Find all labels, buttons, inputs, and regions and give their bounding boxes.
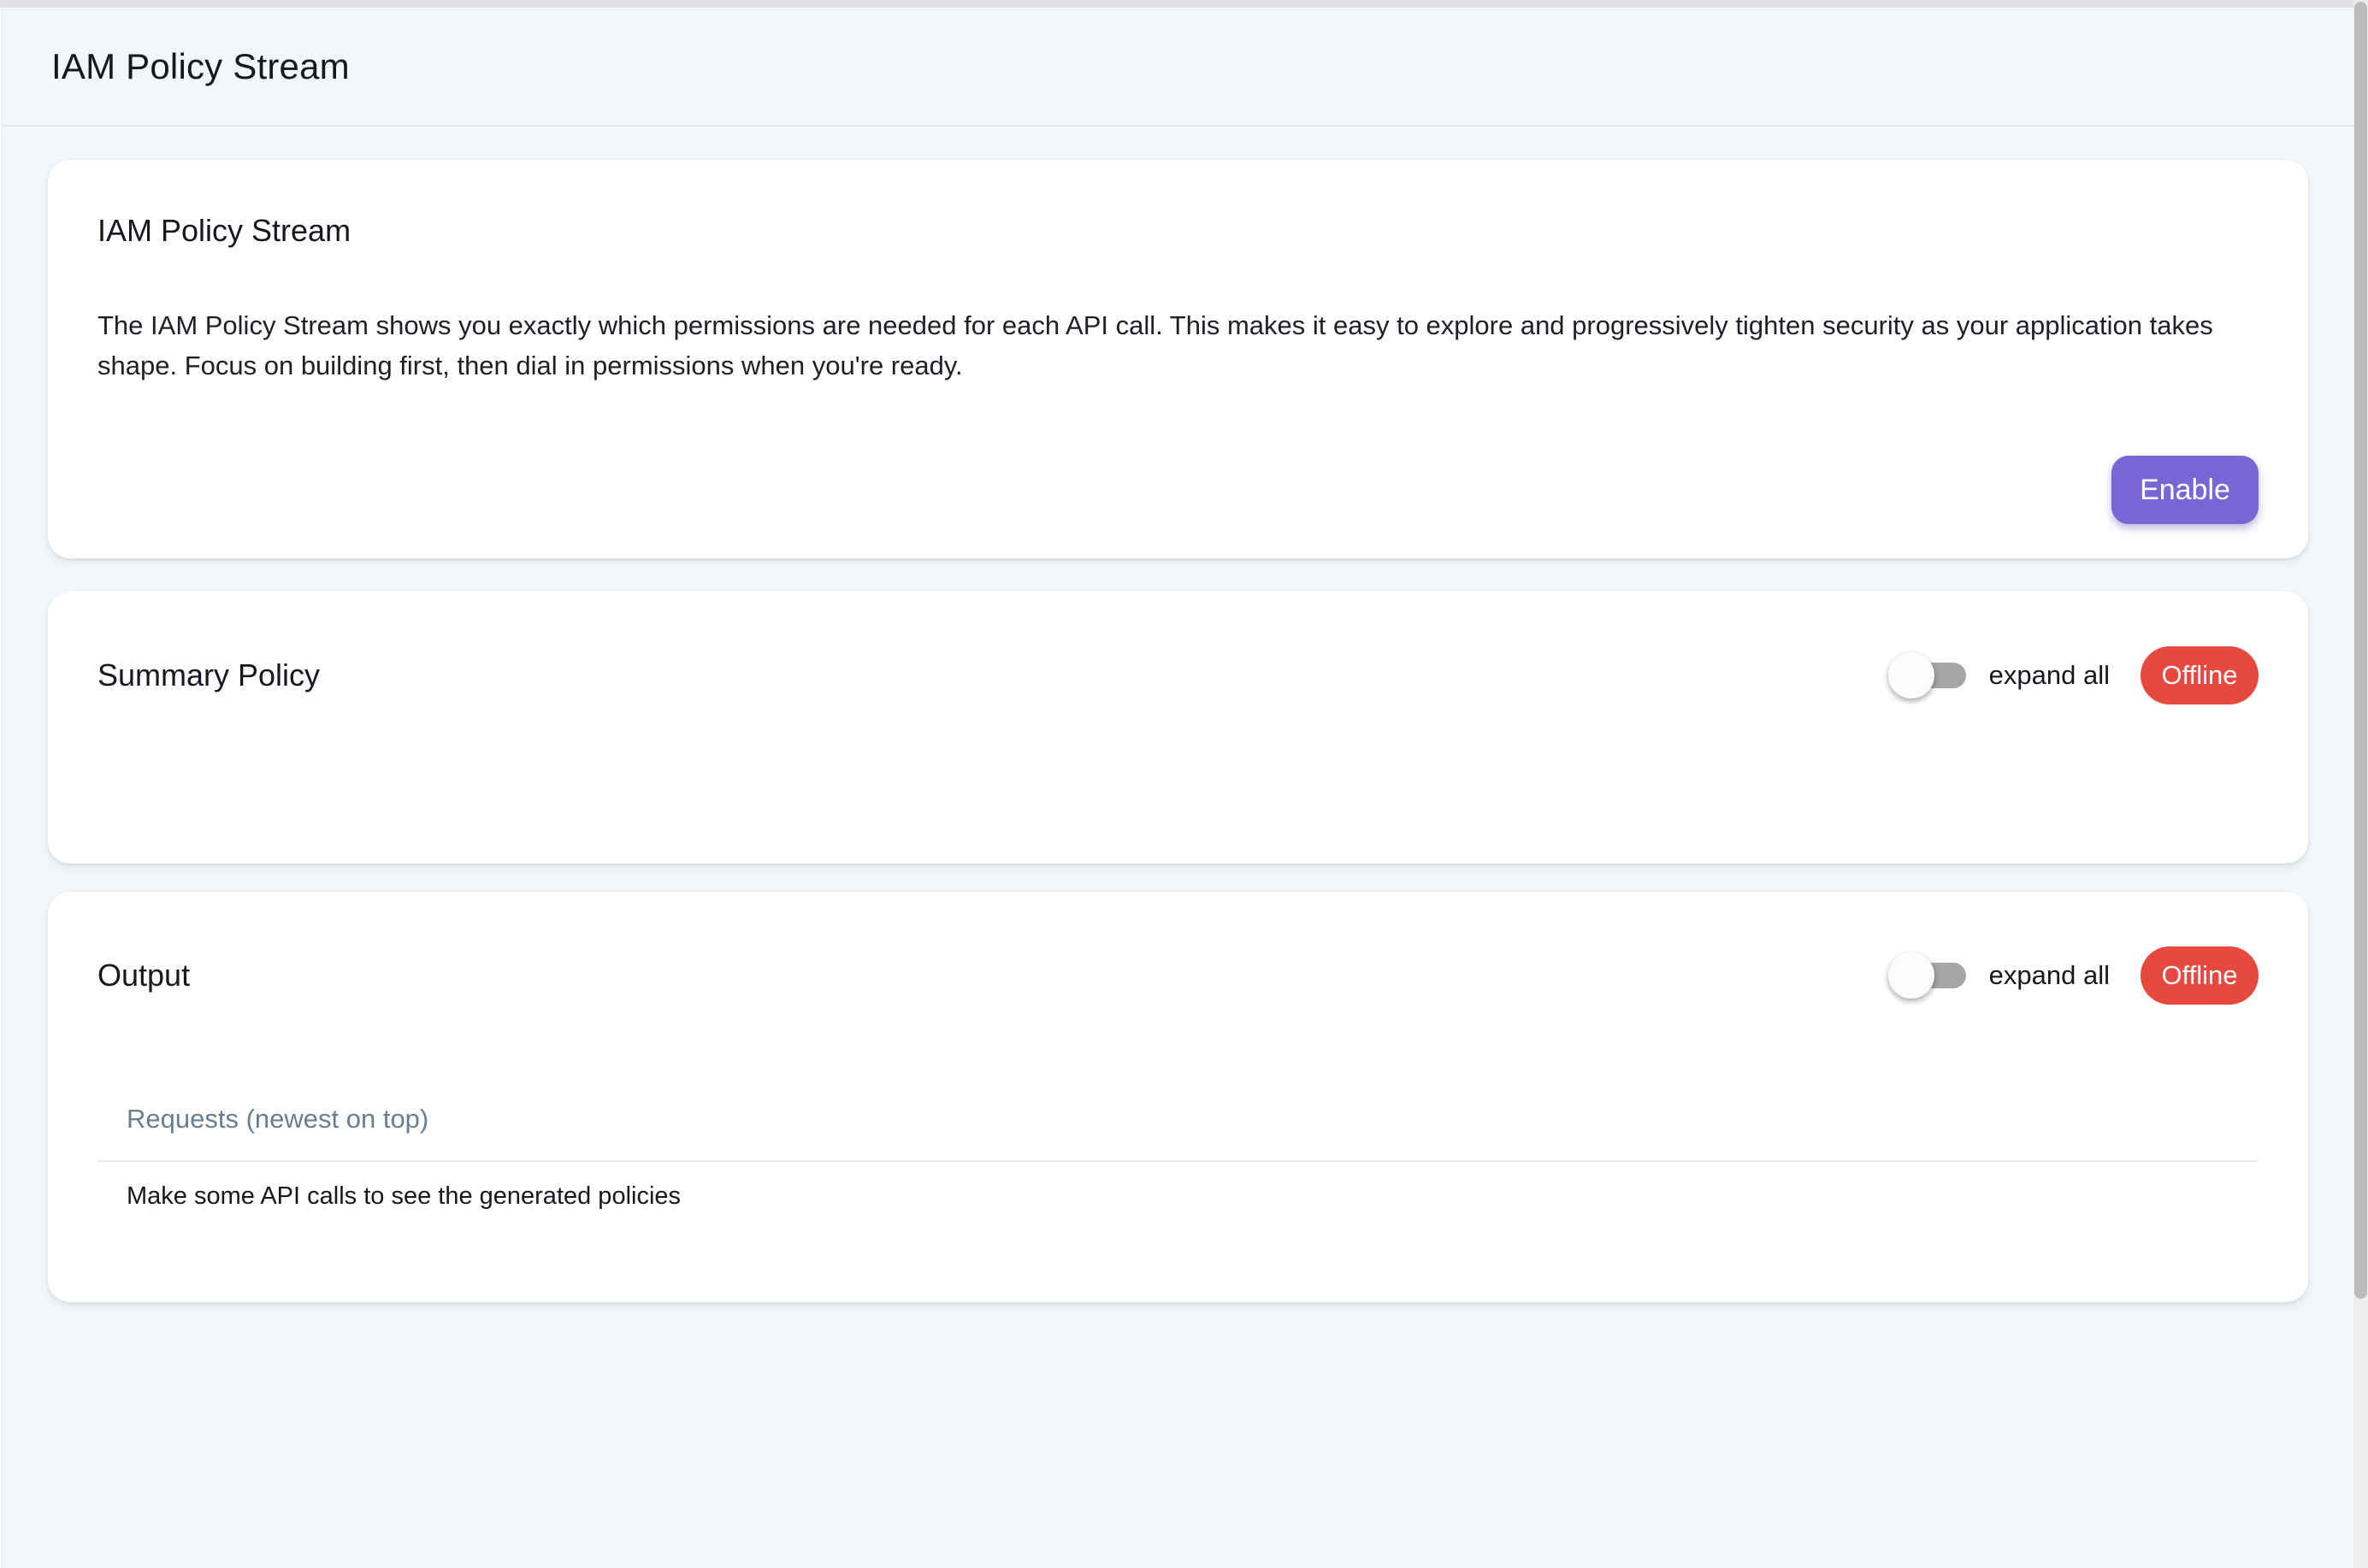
- intro-card: IAM Policy Stream The IAM Policy Stream …: [48, 160, 2308, 558]
- requests-section-title: Requests (newest on top): [97, 1075, 2259, 1135]
- intro-card-actions: Enable: [97, 456, 2259, 524]
- output-status-badge-offline: Offline: [2141, 946, 2259, 1005]
- window-top-strip: [0, 0, 2353, 8]
- app-header: IAM Policy Stream: [0, 8, 2353, 127]
- expand-all-label[interactable]: expand all: [1989, 960, 2110, 991]
- summary-policy-card: Summary Policy expand all Offline: [48, 592, 2308, 864]
- window-left-edge: [0, 8, 3, 1568]
- expand-all-label[interactable]: expand all: [1989, 660, 2110, 691]
- app-root: IAM Policy Stream IAM Policy Stream The …: [0, 8, 2353, 1568]
- scrollbar[interactable]: [2353, 0, 2368, 1568]
- summary-status-badge-offline: Offline: [2141, 646, 2259, 704]
- output-header: Output expand all Offline: [97, 941, 2259, 1010]
- intro-card-description: The IAM Policy Stream shows you exactly …: [97, 305, 2259, 386]
- requests-section: Requests (newest on top) Make some API c…: [97, 1075, 2259, 1211]
- summary-policy-controls: expand all Offline: [1893, 646, 2259, 704]
- summary-policy-heading: Summary Policy: [97, 657, 320, 693]
- scrollbar-thumb[interactable]: [2354, 2, 2367, 1299]
- toggle-knob: [1888, 952, 1934, 999]
- output-card: Output expand all Offline Requests (newe…: [48, 892, 2308, 1302]
- output-expand-toggle[interactable]: [1893, 963, 1966, 988]
- enable-button[interactable]: Enable: [2111, 456, 2259, 524]
- summary-policy-header: Summary Policy expand all Offline: [97, 641, 2259, 710]
- requests-empty-message: Make some API calls to see the generated…: [97, 1162, 2259, 1211]
- page-title: IAM Policy Stream: [51, 46, 350, 87]
- summary-expand-toggle[interactable]: [1893, 663, 1966, 688]
- main-content: IAM Policy Stream The IAM Policy Stream …: [0, 127, 2353, 1302]
- intro-card-heading: IAM Policy Stream: [97, 213, 2259, 249]
- toggle-knob: [1888, 652, 1934, 699]
- output-heading: Output: [97, 958, 190, 993]
- output-controls: expand all Offline: [1893, 946, 2259, 1005]
